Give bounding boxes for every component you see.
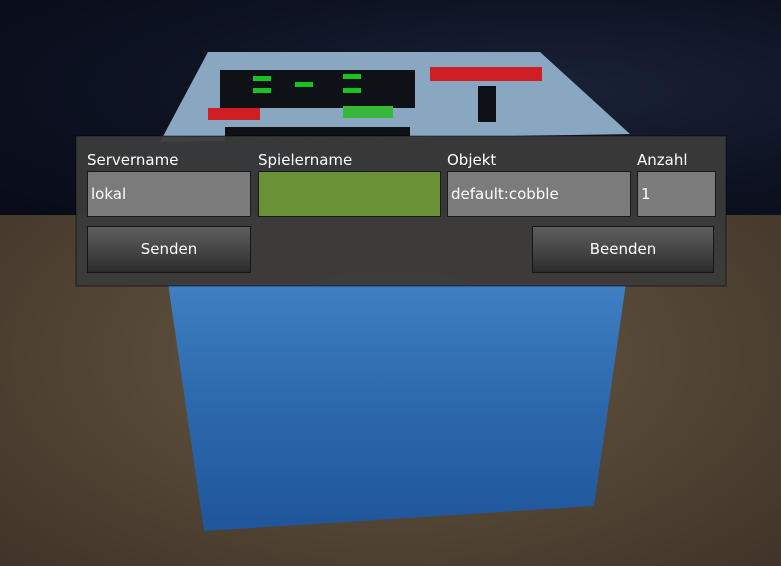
send-button[interactable]: Senden	[87, 226, 251, 273]
green-led	[253, 88, 271, 93]
game-scene: Servername lokal Spielername Objekt defa…	[0, 0, 781, 566]
block-front-face	[168, 283, 626, 531]
red-bar	[430, 67, 542, 81]
anzahl-field[interactable]: 1	[637, 171, 716, 217]
green-indicator	[343, 106, 393, 118]
anzahl-label: Anzahl	[637, 151, 688, 169]
green-led	[343, 88, 361, 93]
green-led	[343, 74, 361, 79]
formspec-dialog: Servername lokal Spielername Objekt defa…	[76, 136, 726, 286]
quit-button[interactable]: Beenden	[532, 226, 714, 273]
green-led	[295, 82, 313, 87]
block-lever	[478, 86, 496, 122]
servername-label: Servername	[87, 151, 179, 169]
spielername-label: Spielername	[258, 151, 353, 169]
objekt-label: Objekt	[447, 151, 497, 169]
block-display-panel	[220, 70, 415, 108]
red-indicator	[208, 108, 260, 120]
servername-field[interactable]: lokal	[87, 171, 251, 217]
green-led	[253, 76, 271, 81]
spielername-field[interactable]	[258, 171, 441, 217]
objekt-field[interactable]: default:cobble	[447, 171, 631, 217]
